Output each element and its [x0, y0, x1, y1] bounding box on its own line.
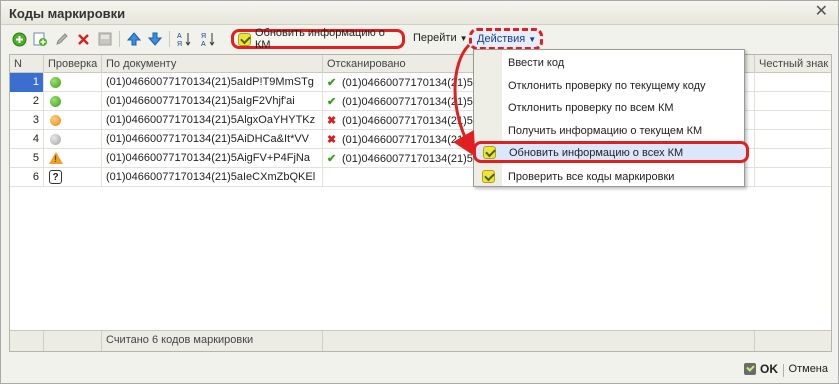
menu-item-check-all[interactable]: Проверить все коды маркировки	[474, 166, 744, 188]
close-icon[interactable]: ✕	[815, 3, 828, 21]
dialog-buttons: OK Отмена	[1, 357, 838, 383]
column-header-check[interactable]: Проверка	[44, 55, 102, 73]
status-green-icon	[50, 77, 61, 88]
status-orange-icon	[50, 115, 61, 126]
document-code: (01)04660077170134(21)5aIeCXmZbQKEl	[102, 168, 323, 187]
checkmark-icon: ✔	[327, 77, 337, 89]
check-status	[44, 111, 102, 130]
menu-item-reject-all[interactable]: Отклонить проверку по всем КМ	[474, 97, 744, 119]
chevron-down-icon: ▼	[528, 34, 537, 44]
column-header-n[interactable]: N	[10, 55, 44, 73]
row-number: 2	[10, 92, 44, 111]
goto-menu-button[interactable]: Перейти ▼	[413, 32, 468, 44]
check-status	[44, 92, 102, 111]
move-down-icon[interactable]	[146, 30, 164, 48]
checkmark-icon: ✔	[327, 153, 337, 165]
menu-item-get-current-info[interactable]: Получить информацию о текущем КМ	[474, 120, 744, 142]
svg-text:Я: Я	[201, 33, 206, 40]
cross-icon: ✖	[327, 134, 337, 146]
scanned-count-text: Считано 6 кодов маркировки	[102, 331, 323, 351]
row-number: 5	[10, 149, 44, 168]
km-check-icon	[482, 170, 495, 183]
chevron-down-icon: ▼	[459, 34, 468, 43]
sort-desc-icon[interactable]: ЯA	[199, 30, 217, 48]
marking-codes-window: Коды маркировки ✕ AЯ ЯA Обновить информа…	[0, 0, 839, 384]
menu-item-enter-code[interactable]: Ввести код	[474, 52, 744, 74]
check-status: ?	[44, 168, 102, 187]
ok-label: OK	[760, 362, 778, 376]
menu-item-refresh-all[interactable]: Обновить информацию о всех КМ	[473, 141, 749, 163]
refresh-km-info-label: Обновить информацию о КМ	[255, 27, 385, 51]
honest-sign-cell	[755, 92, 831, 111]
row-number: 4	[10, 130, 44, 149]
add-icon[interactable]	[10, 30, 28, 48]
menu-item-reject-current[interactable]: Отклонить проверку по текущему коду	[474, 75, 744, 97]
honest-sign-cell	[755, 149, 831, 168]
goto-label: Перейти	[413, 32, 457, 44]
cross-icon: ✖	[327, 115, 337, 127]
row-number: 6	[10, 168, 44, 187]
document-code: (01)04660077170134(21)5AigFV+P4FjNa	[102, 149, 323, 168]
actions-dropdown-menu: Ввести код Отклонить проверку по текущем…	[473, 49, 749, 188]
row-number: 3	[10, 111, 44, 130]
cancel-button[interactable]: Отмена	[789, 363, 828, 375]
document-code: (01)04660077170134(21)5aIgF2Vhjf'ai	[102, 92, 323, 111]
edit-icon[interactable]	[53, 30, 71, 48]
honest-sign-cell	[755, 168, 831, 187]
status-gray-icon	[50, 134, 61, 145]
document-code: (01)04660077170134(21)5AiDHCa&It*VV	[102, 130, 323, 149]
svg-text:Я: Я	[177, 41, 182, 47]
check-status	[44, 73, 102, 92]
check-status	[44, 130, 102, 149]
check-status: !	[44, 149, 102, 168]
km-check-icon	[238, 32, 251, 46]
km-check-icon	[483, 146, 496, 159]
column-header-by-document[interactable]: По документу	[102, 55, 323, 73]
delete-icon[interactable]	[74, 30, 92, 48]
actions-menu-button[interactable]: Действия ▼	[469, 28, 543, 50]
checkmark-icon: ✔	[327, 96, 337, 108]
table-footer: Считано 6 кодов маркировки	[10, 330, 831, 351]
honest-sign-cell	[755, 73, 831, 92]
svg-text:A: A	[177, 33, 182, 40]
document-code: (01)04660077170134(21)5AlgxOaYHYTKz	[102, 111, 323, 130]
honest-sign-cell	[755, 111, 831, 130]
ok-icon	[744, 363, 756, 375]
svg-text:A: A	[201, 41, 206, 47]
document-code: (01)04660077170134(21)5aIdP!T9MmSTg	[102, 73, 323, 92]
row-number: 1	[10, 73, 44, 92]
title-bar: Коды маркировки ✕	[1, 1, 838, 25]
disabled-icon[interactable]	[96, 30, 114, 48]
column-header-honest-sign[interactable]: Честный знак	[755, 55, 831, 73]
honest-sign-cell	[755, 130, 831, 149]
add-copy-icon[interactable]	[31, 30, 49, 48]
ok-button[interactable]: OK	[744, 362, 778, 376]
question-icon: ?	[49, 170, 62, 184]
window-title: Коды маркировки	[9, 6, 126, 21]
refresh-km-info-button[interactable]: Обновить информацию о КМ	[231, 27, 405, 51]
status-green-icon	[50, 96, 61, 107]
move-up-icon[interactable]	[125, 30, 143, 48]
sort-asc-icon[interactable]: AЯ	[175, 30, 193, 48]
actions-label: Действия	[477, 33, 526, 45]
